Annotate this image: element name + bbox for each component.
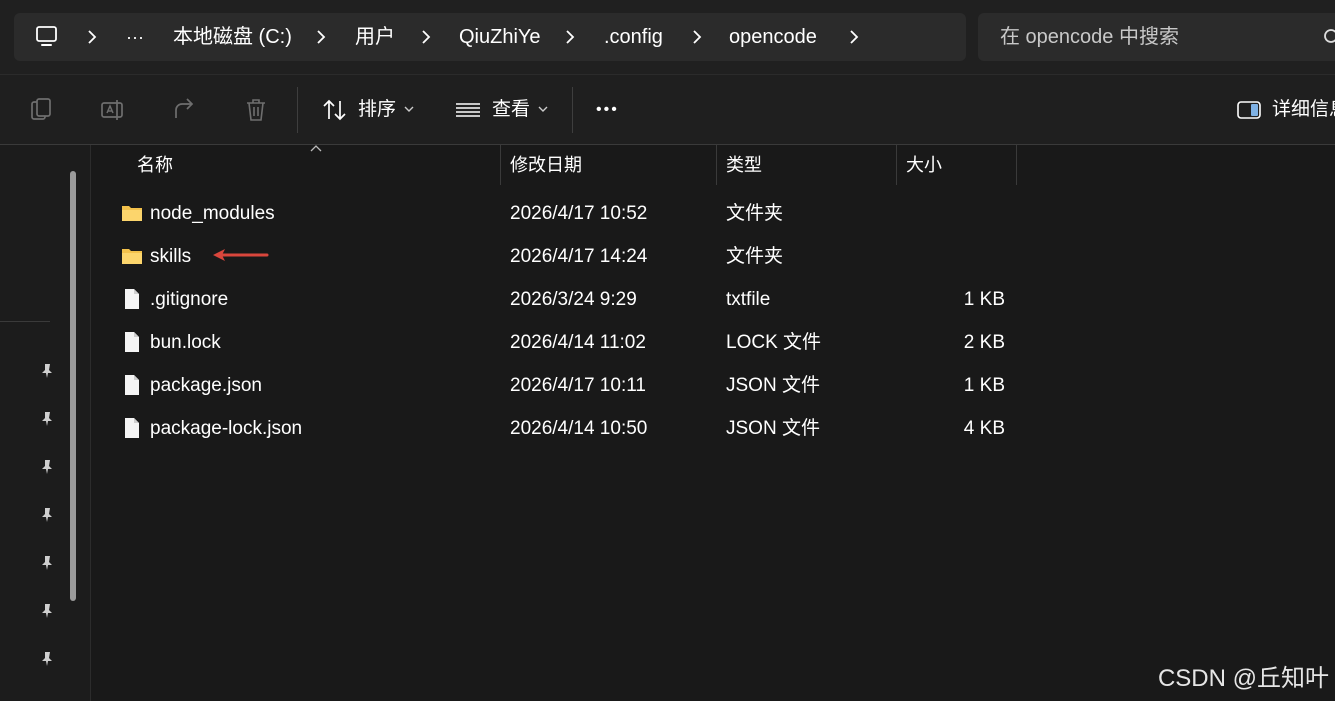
- file-modified: 2026/4/17 10:11: [510, 375, 646, 396]
- column-header-name[interactable]: 名称: [137, 145, 173, 185]
- trash-icon: [247, 99, 265, 121]
- pin-icon[interactable]: [39, 363, 55, 379]
- column-header-size[interactable]: 大小: [906, 145, 942, 185]
- file-size: 4 KB: [963, 418, 1005, 439]
- view-button[interactable]: 查看: [452, 75, 552, 144]
- file-name: skills: [150, 246, 192, 267]
- nav-scrollbar[interactable]: [70, 171, 76, 601]
- details-pane-button[interactable]: 详细信息: [1234, 75, 1335, 144]
- toolbar-separator: [297, 87, 298, 133]
- file-size: [925, 235, 1005, 278]
- nav-divider: [0, 321, 50, 322]
- table-row[interactable]: .gitignore 2026/3/24 9:29 txtfile 1 KB: [115, 278, 1015, 321]
- navigation-pane[interactable]: [0, 145, 91, 701]
- column-divider[interactable]: [1016, 145, 1017, 185]
- breadcrumb-local-disk[interactable]: 本地磁盘 (C:): [173, 13, 292, 61]
- file-size: 1 KB: [963, 289, 1005, 310]
- search-icon[interactable]: [1323, 28, 1335, 46]
- table-row[interactable]: bun.lock 2026/4/14 11:02 LOCK 文件 2 KB: [115, 321, 1015, 364]
- chevron-right-icon[interactable]: [562, 29, 578, 45]
- details-pane-icon: [1237, 101, 1261, 119]
- table-row[interactable]: node_modules 2026/4/17 10:52 文件夹: [115, 192, 1015, 235]
- file-type: txtfile: [726, 289, 771, 310]
- search-input[interactable]: [978, 13, 1330, 61]
- file-icon: [125, 332, 139, 352]
- column-divider[interactable]: [716, 145, 717, 185]
- column-divider[interactable]: [896, 145, 897, 185]
- toolbar-separator: [572, 87, 573, 133]
- file-icon: [125, 375, 139, 395]
- chevron-right-icon[interactable]: [418, 29, 434, 45]
- column-divider[interactable]: [500, 145, 501, 185]
- more-options-button[interactable]: •••: [590, 75, 634, 144]
- pin-icon[interactable]: [39, 459, 55, 475]
- this-pc-icon[interactable]: [34, 25, 60, 49]
- column-header-type[interactable]: 类型: [726, 145, 762, 185]
- copy-icon: [31, 98, 51, 120]
- file-icon: [125, 418, 139, 438]
- file-name: package.json: [150, 375, 262, 396]
- search-box[interactable]: [978, 13, 1335, 61]
- share-button[interactable]: [166, 75, 206, 144]
- copy-button[interactable]: [22, 75, 62, 144]
- pin-icon[interactable]: [39, 651, 55, 667]
- chevron-right-icon[interactable]: [846, 29, 862, 45]
- file-icon: [125, 289, 139, 309]
- folder-icon: [122, 206, 142, 221]
- breadcrumb-users[interactable]: 用户: [355, 13, 395, 61]
- rename-icon: [101, 100, 123, 120]
- sort-icon: [323, 99, 346, 121]
- chevron-down-icon: [404, 106, 414, 112]
- file-size: [925, 192, 1005, 235]
- chevron-down-icon: [538, 106, 548, 112]
- delete-button[interactable]: [238, 75, 278, 144]
- pin-icon[interactable]: [39, 603, 55, 619]
- pin-icon[interactable]: [39, 555, 55, 571]
- pin-icon[interactable]: [39, 507, 55, 523]
- sort-button[interactable]: 排序: [316, 75, 416, 144]
- folder-icon: [122, 249, 142, 264]
- breadcrumb-overflow-button[interactable]: ···: [126, 13, 144, 61]
- file-type: LOCK 文件: [726, 332, 822, 353]
- file-modified: 2026/3/24 9:29: [510, 289, 637, 310]
- watermark: CSDN @丘知叶: [1157, 665, 1329, 692]
- command-bar: 排序 查看 ••• 详细信息: [0, 75, 1335, 145]
- view-label: 查看: [492, 99, 531, 120]
- more-icon: •••: [596, 101, 619, 118]
- file-modified: 2026/4/17 10:52: [510, 203, 648, 224]
- file-type: JSON 文件: [726, 375, 820, 396]
- breadcrumb-qiuzhiye[interactable]: QiuZhiYe: [459, 13, 541, 61]
- file-modified: 2026/4/17 14:24: [510, 246, 648, 267]
- rename-button[interactable]: [94, 75, 134, 144]
- sort-ascending-icon: [310, 145, 322, 152]
- file-type: 文件夹: [726, 246, 784, 267]
- chevron-right-icon[interactable]: [313, 29, 329, 45]
- address-bar-region: ··· 本地磁盘 (C:) 用户 QiuZhiYe .config openco…: [0, 0, 1335, 75]
- file-type: 文件夹: [726, 203, 784, 224]
- address-bar[interactable]: ··· 本地磁盘 (C:) 用户 QiuZhiYe .config openco…: [14, 13, 966, 61]
- breadcrumb-config[interactable]: .config: [604, 13, 663, 61]
- file-list[interactable]: 名称 修改日期 类型 大小 node_modules 2026/4/17 10:…: [91, 145, 1335, 701]
- file-name: node_modules: [150, 203, 275, 224]
- share-icon: [175, 98, 194, 118]
- table-row[interactable]: package-lock.json 2026/4/14 10:50 JSON 文…: [115, 407, 1015, 450]
- pin-icon[interactable]: [39, 411, 55, 427]
- breadcrumb-opencode[interactable]: opencode: [729, 13, 817, 61]
- column-header-modified[interactable]: 修改日期: [510, 145, 582, 185]
- file-size: 2 KB: [963, 332, 1005, 353]
- file-type: JSON 文件: [726, 418, 820, 439]
- file-modified: 2026/4/14 10:50: [510, 418, 648, 439]
- table-row[interactable]: package.json 2026/4/17 10:11 JSON 文件 1 K…: [115, 364, 1015, 407]
- file-modified: 2026/4/14 11:02: [510, 332, 646, 353]
- red-arrow-annotation: [213, 249, 269, 261]
- file-name: .gitignore: [150, 289, 229, 310]
- file-size: 1 KB: [963, 375, 1005, 396]
- sort-label: 排序: [358, 99, 397, 120]
- view-list-icon: [456, 103, 480, 117]
- chevron-right-icon[interactable]: [689, 29, 705, 45]
- details-label: 详细信息: [1272, 99, 1335, 120]
- file-name: bun.lock: [150, 332, 221, 353]
- chevron-right-icon[interactable]: [84, 29, 100, 45]
- file-name: package-lock.json: [150, 418, 303, 439]
